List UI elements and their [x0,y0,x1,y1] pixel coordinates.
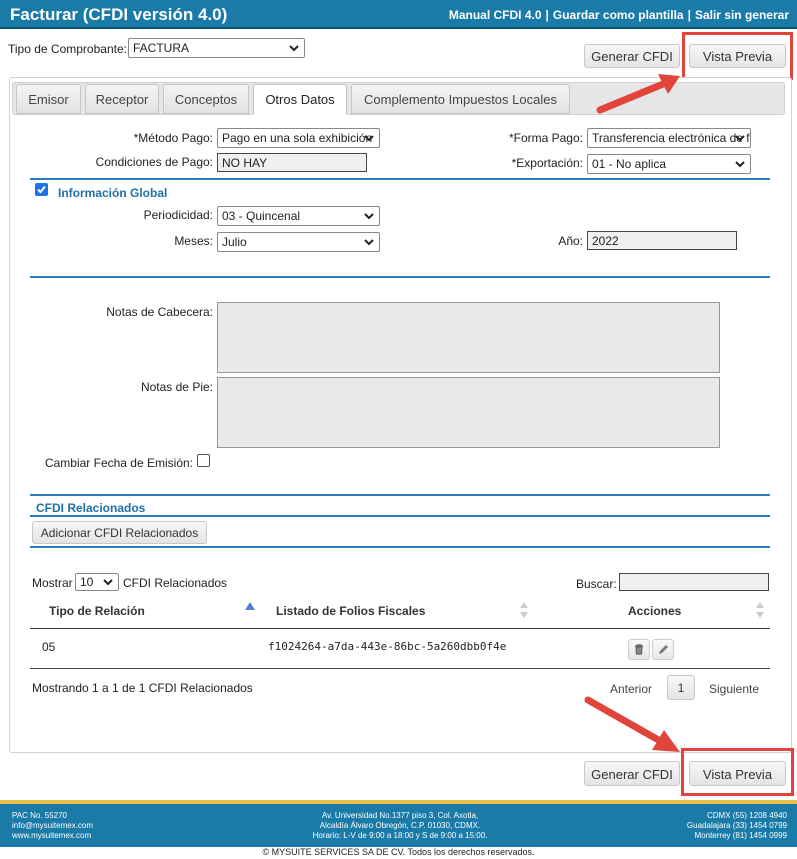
phone-cdmx: CDMX (55) 1208 4940 [706,811,787,820]
forma-pago-label: *Forma Pago: [508,131,583,145]
mostrar-select[interactable]: 10 [75,573,119,591]
chevron-down-icon [364,239,374,246]
col-acciones[interactable]: Acciones [628,604,681,618]
highlight-box [682,32,793,80]
edit-button[interactable] [652,639,674,660]
footer: PAC No. 55270 info@mysuitemex.com www.my… [0,800,797,847]
exportacion-label: *Exportación: [511,156,583,170]
generar-cfdi-button-bottom[interactable]: Generar CFDI [584,761,680,786]
condiciones-input[interactable]: NO HAY [217,153,367,172]
anio-input[interactable]: 2022 [587,231,737,250]
divider [30,178,770,180]
manual-link[interactable]: Manual CFDI 4.0 [449,8,542,22]
metodo-pago-value: Pago en una sola exhibición [222,131,373,145]
arrow-icon [596,74,680,114]
chevron-down-icon [735,161,745,168]
header-links: Manual CFDI 4.0 | Guardar como plantilla | S… [449,8,789,22]
condiciones-label: Condiciones de Pago: [95,155,213,169]
notas-cabecera-textarea[interactable] [217,302,720,373]
periodicidad-select[interactable]: 03 - Quincenal [217,206,380,226]
footer-left: PAC No. 55270 info@mysuitemex.com www.my… [12,811,93,841]
anio-label: Año: [558,234,583,248]
cell-folio: f1024264-a7da-443e-86bc-5a260dbb0f4e [268,640,507,653]
separator: | [545,8,549,22]
tab-otros-datos[interactable]: Otros Datos [253,84,347,115]
address-line: Av. Universidad No.1377 piso 3, Col. Axo… [321,811,479,820]
periodicidad-value: 03 - Quincenal [222,209,301,223]
cell-tipo: 05 [42,640,56,654]
pencil-icon [659,645,668,654]
buscar-input[interactable] [619,573,769,591]
title-bar: Facturar (CFDI versión 4.0) Manual CFDI … [0,0,797,29]
notas-cabecera-label: Notas de Cabecera: [106,305,213,319]
tab-complemento[interactable]: Complemento Impuestos Locales [351,84,570,114]
notas-pie-textarea[interactable] [217,377,720,448]
fecha-emision-label: Cambiar Fecha de Emisión: [44,456,193,470]
chevron-down-icon [289,45,299,52]
comprobante-label: Tipo de Comprobante: [8,42,127,56]
divider [30,546,770,548]
page-title: Facturar (CFDI versión 4.0) [10,5,228,24]
sort-icon [520,602,528,618]
check-icon [37,185,46,194]
highlight-box [681,748,794,796]
metodo-pago-label: *Método Pago: [133,131,213,145]
delete-button[interactable] [628,639,650,660]
meses-select[interactable]: Julio [217,232,380,252]
col-tipo-relacion[interactable]: Tipo de Relación [49,604,145,618]
generar-cfdi-button[interactable]: Generar CFDI [584,44,680,68]
footer-center: Av. Universidad No.1377 piso 3, Col. Axo… [250,811,550,841]
divider [30,276,770,278]
chevron-down-icon [364,135,374,142]
copyright: © MYSUITE SERVICES SA DE CV. Todos los d… [262,847,535,857]
chevron-down-icon [364,213,374,220]
exportacion-value: 01 - No aplica [592,157,667,171]
mostrar-label: Mostrar [32,576,73,590]
tab-emisor[interactable]: Emisor [16,84,81,114]
notas-pie-label: Notas de Pie: [140,380,213,394]
metodo-pago-select[interactable]: Pago en una sola exhibición [217,128,380,148]
address-line: Alcaldía Álvaro Obregón, C.P. 01030, CDM… [319,821,481,830]
email-link[interactable]: info@mysuitemex.com [12,821,93,831]
mostrar-value: 10 [80,575,94,589]
tab-conceptos[interactable]: Conceptos [163,84,249,114]
forma-pago-select[interactable]: Transferencia electrónica de fondos [587,128,751,148]
website-link[interactable]: www.mysuitemex.com [12,831,93,841]
divider [30,494,770,496]
meses-label: Meses: [174,234,213,248]
fecha-emision-checkbox[interactable] [197,454,210,467]
save-template-link[interactable]: Guardar como plantilla [553,8,684,22]
table-bottom-line [30,668,770,669]
hours-line: Horario: L-V de 9:00 a 18:00 y S de 9:00… [312,831,488,840]
chevron-down-icon [103,579,113,586]
exportacion-select[interactable]: 01 - No aplica [587,154,751,174]
add-relacionados-button[interactable]: Adicionar CFDI Relacionados [32,521,207,544]
tab-receptor[interactable]: Receptor [85,84,159,114]
chevron-down-icon [735,135,745,142]
exit-link[interactable]: Salir sin generar [695,8,789,22]
divider [30,515,770,517]
next-page-button[interactable]: Siguiente [709,682,759,696]
phone-mty: Monterrey (81) 1454 0999 [694,831,788,840]
trash-icon [635,644,643,655]
separator: | [687,8,691,22]
arrow-icon [584,696,680,752]
col-folios[interactable]: Listado de Folios Fiscales [276,604,425,618]
meses-value: Julio [222,235,247,249]
global-checkbox[interactable] [35,183,48,196]
mostrar-suffix: CFDI Relacionados [123,576,228,590]
buscar-label: Buscar: [576,577,617,591]
sort-icon [756,602,764,618]
relacionados-title: CFDI Relacionados [36,501,146,515]
forma-pago-value: Transferencia electrónica de fondos [592,131,750,145]
footer-right: CDMX (55) 1208 4940 Guadalajara (33) 145… [687,811,787,841]
global-title: Información Global [58,186,168,200]
periodicidad-label: Periodicidad: [143,208,213,222]
comprobante-select[interactable]: FACTURA [128,38,305,58]
pac-number: PAC No. 55270 [12,811,67,820]
table-info: Mostrando 1 a 1 de 1 CFDI Relacionados [32,681,253,695]
comprobante-value: FACTURA [133,41,190,55]
phone-gdl: Guadalajara (33) 1454 0799 [686,821,787,830]
sort-up-icon [245,602,255,610]
